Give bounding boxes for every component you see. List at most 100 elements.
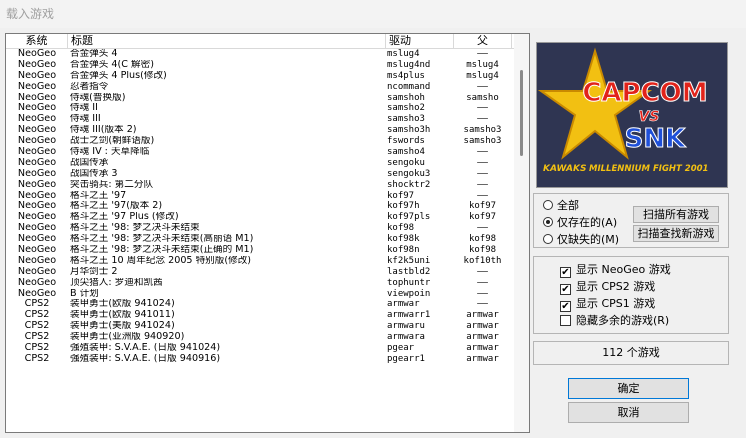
radio-existing-label: 仅存在的(A) [557, 216, 618, 229]
col-header-system[interactable]: 系统 [6, 34, 68, 48]
radio-missing-dot[interactable] [543, 234, 553, 244]
row-parent: mslug4 [466, 59, 499, 70]
table-row[interactable]: CPS2 装甲勇士(美版 941024) armwaru armwar [6, 321, 514, 332]
table-row[interactable]: NeoGeo 侍魂(普换版) samshoh samsho [6, 93, 514, 104]
table-row[interactable]: NeoGeo 格斗之王 '98: 梦之决斗未结束 kof98 —— [6, 223, 514, 234]
table-row[interactable]: CPS2 强殖装甲: S.V.A.E. (日版 940916) pgearr1 arm… [6, 354, 514, 365]
row-driver: samshoh [387, 92, 425, 103]
row-title: 格斗之王 '97 [70, 190, 127, 201]
checkbox-show-neogeo-box[interactable]: ✔ [560, 267, 571, 278]
table-row[interactable]: NeoGeo 侍魂 III(版本 2) samsho3h samsho3 [6, 125, 514, 136]
row-driver: ms4plus [387, 70, 425, 81]
scan-new-button[interactable]: 扫描查找新游戏 [633, 225, 719, 242]
table-row[interactable]: NeoGeo 月华剑士 2 lastbld2 —— [6, 267, 514, 278]
table-row[interactable]: NeoGeo B 计划 viewpoin —— [6, 289, 514, 300]
checkbox-hide-redundant-box[interactable] [560, 315, 571, 326]
game-banner: CAPCOM VS SNK KAWAKS MILLENNIUM FIGHT 20… [536, 42, 728, 188]
row-title: 侍魂 III [70, 114, 101, 125]
table-row[interactable]: NeoGeo 战国传承 3 sengoku3 —— [6, 169, 514, 180]
table-row[interactable]: NeoGeo 合金弹头 4 mslug4 —— [6, 49, 514, 60]
row-parent: —— [477, 266, 488, 277]
table-row[interactable]: NeoGeo 格斗之王 '98: 梦之决斗未结束(高丽语 M1) kof98k kof… [6, 234, 514, 245]
display-options-group: ✔ 显示 NeoGeo 游戏 ✔ 显示 CPS2 游戏 ✔ 显示 CPS1 游戏 隐藏… [533, 256, 729, 334]
table-row[interactable]: NeoGeo 突击骑兵: 第二分队 shocktr2 —— [6, 180, 514, 191]
table-row[interactable]: NeoGeo 战士之剑(朝鲜语版) fswords samsho3 [6, 136, 514, 147]
table-row[interactable]: NeoGeo 顶尖猎人: 罗迪和凯茜 tophuntr —— [6, 278, 514, 289]
radio-all-dot[interactable] [543, 200, 553, 210]
table-row[interactable]: NeoGeo 合金弹头 4(C 解密) mslug4nd mslug4 [6, 60, 514, 71]
scan-all-button[interactable]: 扫描所有游戏 [633, 206, 719, 223]
table-row[interactable]: CPS2 强殖装甲: S.V.A.E. (日版 941024) pgear armwa… [6, 343, 514, 354]
table-row[interactable]: NeoGeo 合金弹头 4 Plus(修改) ms4plus mslug4 [6, 71, 514, 82]
row-system: NeoGeo [17, 103, 57, 114]
row-system: NeoGeo [17, 234, 57, 245]
row-system: NeoGeo [17, 147, 57, 158]
row-driver: kof97pls [387, 212, 431, 223]
row-title: 战国传承 3 [70, 168, 118, 179]
radio-existing[interactable]: 仅存在的(A) [543, 216, 617, 230]
checkbox-show-cps1[interactable]: ✔ 显示 CPS1 游戏 [560, 297, 655, 312]
checkbox-show-cps1-box[interactable]: ✔ [560, 301, 571, 312]
radio-missing[interactable]: 仅缺失的(M) [543, 233, 619, 247]
row-driver: mslug4nd [387, 59, 431, 70]
table-row[interactable]: NeoGeo 格斗之王 '98: 梦之决斗未结束(正确的 M1) kof98n kof… [6, 245, 514, 256]
table-row[interactable]: NeoGeo 格斗之王 10 周年纪念 2005 特别版(修改) kf2k5uni k… [6, 256, 514, 267]
game-list[interactable]: 系统 标题 驱动 父 NeoGeo 合金弹头 4 mslug4 —— NeoGeo 合金弹… [5, 33, 530, 433]
table-row[interactable]: NeoGeo 格斗之王 '97 kof97 —— [6, 191, 514, 202]
checkbox-show-cps2-box[interactable]: ✔ [560, 284, 571, 295]
col-header-parent[interactable]: 父 [454, 34, 512, 48]
ok-button[interactable]: 确定 [568, 378, 689, 399]
row-parent: armwar [466, 310, 499, 321]
checkbox-hide-redundant[interactable]: 隐藏多余的游戏(R) [560, 314, 669, 328]
cancel-button[interactable]: 取消 [568, 402, 689, 423]
row-driver: pgearr1 [387, 353, 425, 364]
filter-group: 全部 仅存在的(A) 仅缺失的(M) 扫描所有游戏 扫描查找新游戏 [533, 193, 729, 248]
row-driver: shocktr2 [387, 179, 431, 190]
radio-all[interactable]: 全部 [543, 199, 579, 213]
row-driver: mslug4 [387, 49, 420, 59]
row-title: 格斗之王 '97(版本 2) [70, 201, 163, 212]
table-row[interactable]: NeoGeo 格斗之王 '97 Plus (修改) kof97pls kof97 [6, 212, 514, 223]
table-row[interactable]: CPS2 装甲勇士(亚洲版 940920) armwara armwar [6, 332, 514, 343]
table-row[interactable]: NeoGeo 侍魂 IV : 天草降临 samsho4 —— [6, 147, 514, 158]
row-driver: armwara [387, 332, 425, 343]
row-system: NeoGeo [17, 136, 57, 147]
row-system: CPS2 [24, 332, 50, 343]
col-header-title[interactable]: 标题 [68, 34, 386, 48]
row-title: 侍魂 III(版本 2) [70, 125, 137, 136]
row-parent: kof10th [463, 255, 502, 266]
checkbox-show-neogeo[interactable]: ✔ 显示 NeoGeo 游戏 [560, 263, 671, 278]
row-title: 突击骑兵: 第二分队 [70, 179, 154, 190]
checkbox-show-cps2-label: 显示 CPS2 游戏 [576, 280, 656, 293]
col-header-driver[interactable]: 驱动 [386, 34, 454, 48]
row-parent: samsho3 [463, 136, 502, 147]
table-row[interactable]: CPS2 装甲勇士(欧版 941011) armwarr1 armwar [6, 310, 514, 321]
row-parent: —— [477, 147, 488, 158]
table-row[interactable]: NeoGeo 侍魂 III samsho3 —— [6, 114, 514, 125]
row-system: NeoGeo [17, 49, 57, 59]
scrollbar-thumb[interactable] [520, 70, 523, 156]
row-driver: samsho3h [387, 125, 431, 136]
table-row[interactable]: NeoGeo 战国传承 sengoku —— [6, 158, 514, 169]
row-driver: pgear [387, 343, 415, 354]
game-count-panel: 112 个游戏 [533, 341, 729, 365]
row-parent: —— [477, 81, 488, 92]
table-row[interactable]: CPS2 装甲勇士(欧版 941024) armwar —— [6, 299, 514, 310]
radio-existing-dot[interactable] [543, 217, 553, 227]
row-parent: —— [477, 277, 488, 288]
checkbox-show-cps2[interactable]: ✔ 显示 CPS2 游戏 [560, 280, 656, 295]
row-parent: —— [477, 168, 488, 179]
row-title: 格斗之王 10 周年纪念 2005 特别版(修改) [70, 255, 252, 266]
table-row[interactable]: NeoGeo 忍者指令 ncommand —— [6, 82, 514, 93]
list-scrollbar[interactable] [514, 34, 529, 432]
row-system: NeoGeo [17, 70, 57, 81]
row-system: NeoGeo [17, 223, 57, 234]
window-title: 载入游戏 [6, 7, 55, 21]
radio-missing-label: 仅缺失的(M) [557, 233, 620, 246]
row-title: 格斗之王 '98: 梦之决斗未结束 [70, 223, 200, 234]
table-row[interactable]: NeoGeo 侍魂 II samsho2 —— [6, 103, 514, 114]
row-system: NeoGeo [17, 266, 57, 277]
row-title: 装甲勇士(亚洲版 940920) [70, 332, 185, 343]
radio-all-label: 全部 [557, 199, 579, 212]
table-row[interactable]: NeoGeo 格斗之王 '97(版本 2) kof97h kof97 [6, 201, 514, 212]
